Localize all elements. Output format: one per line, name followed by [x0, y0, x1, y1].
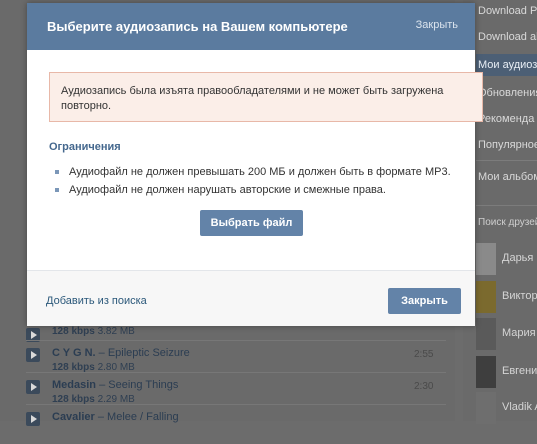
header-close-link[interactable]: Закрыть — [416, 19, 458, 31]
track-artist[interactable]: Cavalier – Melee / Falling — [52, 411, 179, 423]
friend-name[interactable]: Дарья — [502, 252, 533, 264]
friend-item[interactable]: Дарья — [476, 243, 537, 275]
menu-item-popular[interactable]: Популярное — [478, 134, 537, 156]
avatar[interactable] — [476, 243, 496, 275]
divider — [26, 404, 446, 405]
friend-item[interactable]: Vladik A — [476, 392, 537, 424]
close-button[interactable]: Закрыть — [388, 288, 461, 314]
dialog-title: Выберите аудиозапись на Вашем компьютере — [47, 19, 348, 34]
menu-item-download-playlist[interactable]: Download Pl — [478, 0, 537, 22]
avatar[interactable] — [476, 392, 496, 424]
track-title[interactable]: – Melee / Falling — [95, 411, 179, 423]
play-icon[interactable] — [26, 412, 40, 426]
track-title[interactable]: – Seeing Things — [96, 379, 178, 391]
friend-name[interactable]: Vladik A — [502, 401, 537, 413]
menu-item-download-all[interactable]: Download al — [478, 26, 537, 48]
track-title[interactable]: – Epileptic Seizure — [96, 347, 190, 359]
avatar[interactable] — [476, 281, 496, 313]
avatar[interactable] — [476, 318, 496, 350]
friend-name[interactable]: Евгени — [502, 365, 537, 377]
play-icon[interactable] — [26, 380, 40, 394]
limit-item-size-format: Аудиофайл не должен превышать 200 МБ и д… — [53, 163, 451, 181]
track-duration: 2:30 — [414, 381, 434, 392]
divider — [476, 160, 537, 161]
track-meta: 128 kbps 3.82 MB — [52, 326, 135, 337]
friend-item[interactable]: Виктор — [476, 281, 537, 313]
track-row[interactable]: C Y G N. – Epileptic Seizure 128 kbps 2.… — [26, 344, 446, 380]
track-artist[interactable]: C Y G N. – Epileptic Seizure — [52, 347, 190, 359]
track-row[interactable]: Cavalier – Melee / Falling — [26, 408, 446, 444]
limits-list: Аудиофайл не должен превышать 200 МБ и д… — [53, 163, 451, 199]
dialog-footer: Добавить из поиска Закрыть — [27, 270, 475, 326]
friend-item[interactable]: Евгени — [476, 356, 537, 388]
friend-item[interactable]: Мария — [476, 318, 537, 350]
upload-audio-dialog: Выберите аудиозапись на Вашем компьютере… — [27, 3, 483, 326]
track-duration: 2:55 — [414, 349, 434, 360]
friend-name[interactable]: Мария — [502, 327, 536, 339]
menu-item-updates[interactable]: Обновления — [478, 82, 537, 104]
track-row[interactable]: Medasin – Seeing Things 128 kbps 2.29 MB… — [26, 376, 446, 412]
play-icon[interactable] — [26, 348, 40, 362]
dialog-header: Выберите аудиозапись на Вашем компьютере… — [27, 3, 475, 50]
track-artist[interactable]: Medasin – Seeing Things — [52, 379, 178, 391]
limits-heading: Ограничения — [49, 141, 121, 153]
add-from-search-link[interactable]: Добавить из поиска — [46, 295, 147, 307]
friend-name[interactable]: Виктор — [502, 290, 537, 302]
error-message-text: Аудиозапись была изъята правообладателям… — [61, 85, 444, 112]
divider — [26, 340, 446, 341]
choose-file-button[interactable]: Выбрать файл — [200, 210, 303, 236]
avatar[interactable] — [476, 356, 496, 388]
menu-item-my-albums[interactable]: Мои альбомы — [478, 166, 537, 188]
error-message-box: Аудиозапись была изъята правообладателям… — [49, 72, 483, 122]
friends-search-title: Поиск друзей — [478, 217, 537, 228]
limit-item-copyright: Аудиофайл не должен нарушать авторские и… — [53, 181, 451, 199]
menu-item-my-audio[interactable]: Мои аудиоза — [476, 54, 537, 76]
divider — [26, 372, 446, 373]
menu-item-recommendations[interactable]: Рекоменда — [478, 108, 537, 130]
divider — [476, 205, 537, 206]
